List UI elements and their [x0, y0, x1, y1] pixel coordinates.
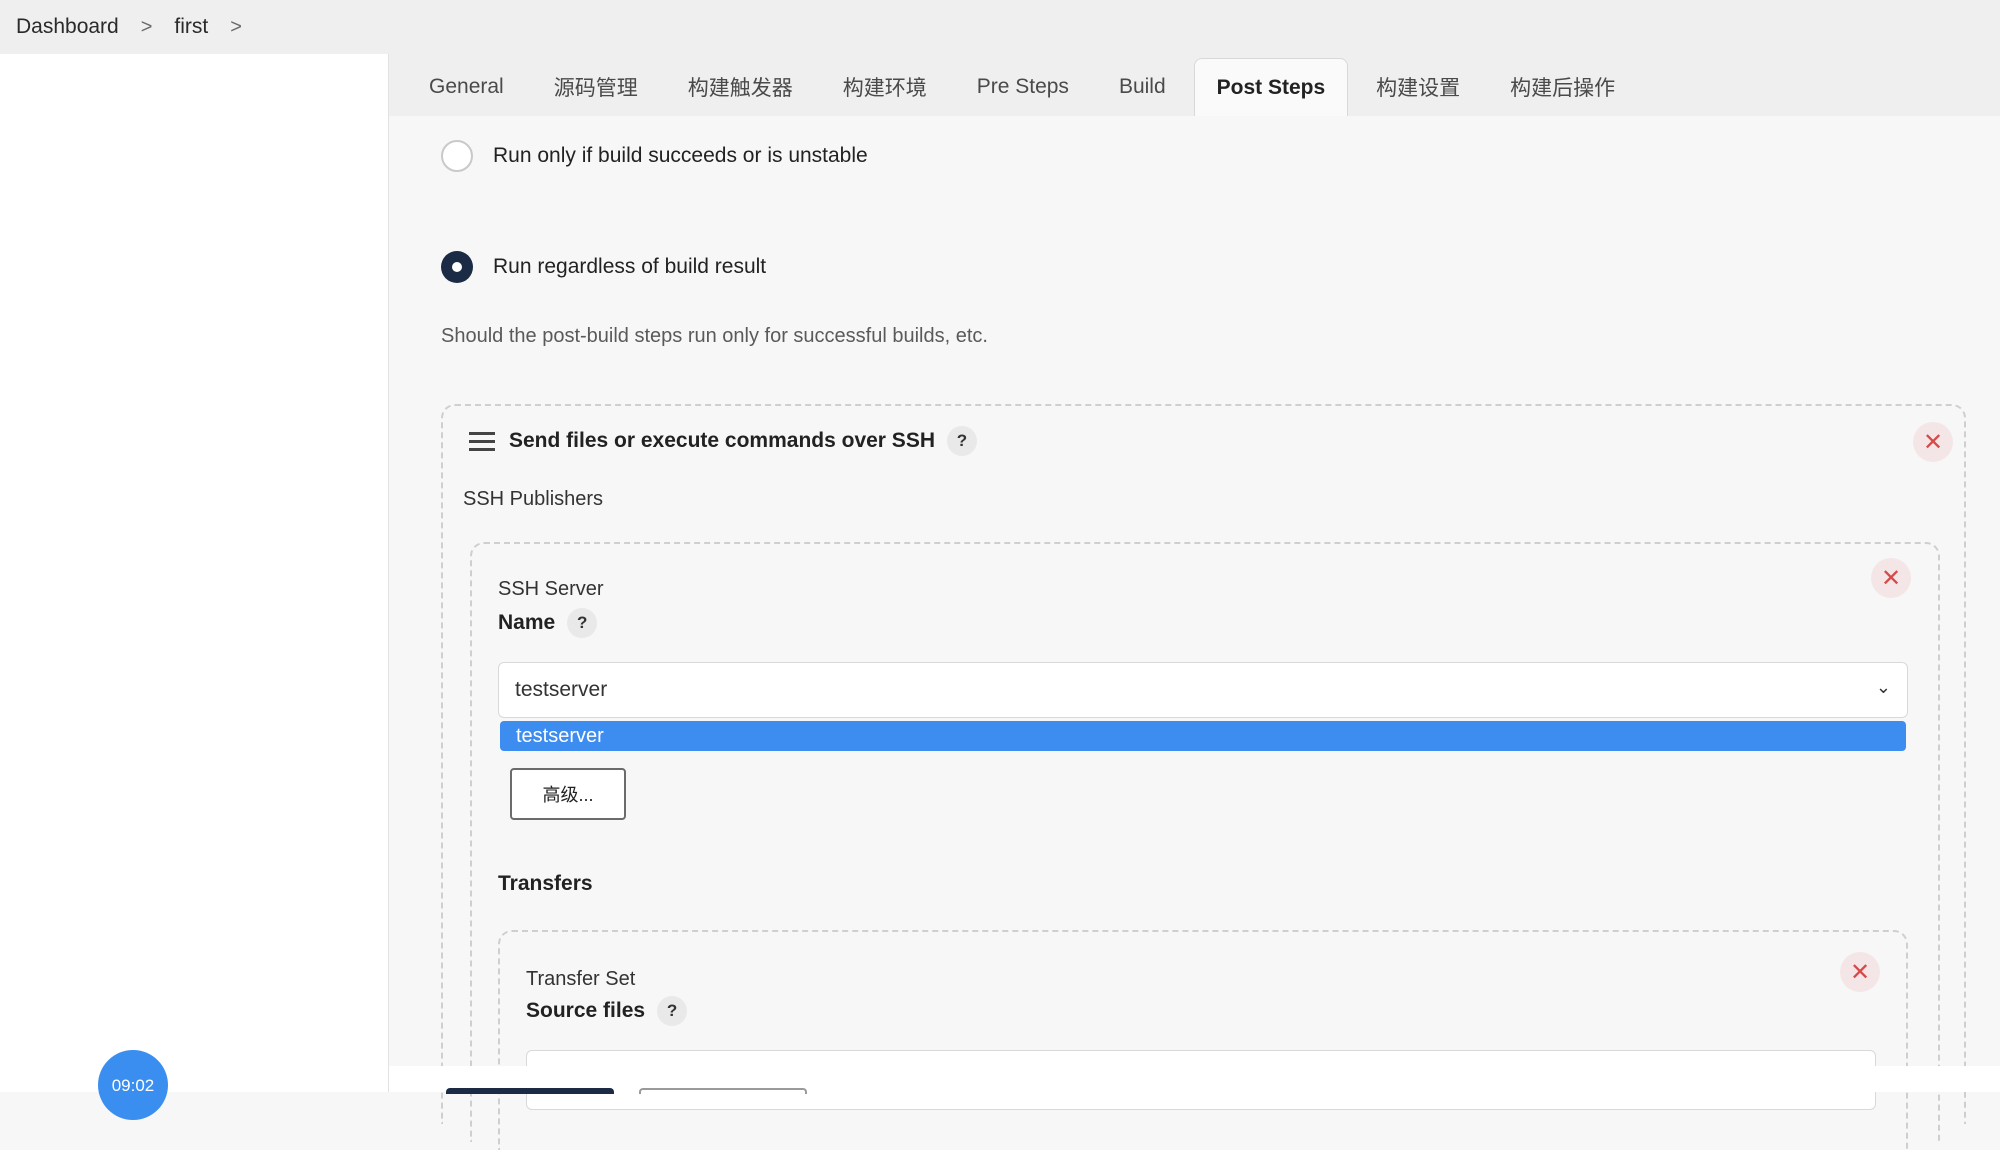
radio-label: Run only if build succeeds or is unstabl…: [493, 144, 868, 167]
bottom-action-bar: [389, 1066, 2000, 1094]
breadcrumb-dashboard[interactable]: Dashboard: [16, 15, 119, 39]
chevron-right-icon[interactable]: >: [230, 16, 242, 39]
ssh-publisher-box: ✕ SSH Server Name ? testserver ⌄ testser…: [470, 542, 1940, 1150]
save-button[interactable]: [446, 1088, 614, 1094]
close-icon[interactable]: ✕: [1840, 952, 1880, 992]
config-tabs: General 源码管理 构建触发器 构建环境 Pre Steps Build …: [389, 54, 2000, 116]
ssh-server-option[interactable]: testserver: [500, 721, 1906, 751]
transfer-set-label: Transfer Set: [526, 968, 636, 990]
name-label: Name: [498, 611, 556, 634]
breadcrumb-first[interactable]: first: [174, 15, 208, 39]
apply-button[interactable]: [639, 1088, 807, 1094]
tab-build[interactable]: Build: [1097, 58, 1188, 116]
tab-build-triggers[interactable]: 构建触发器: [666, 58, 815, 116]
help-icon[interactable]: ?: [947, 426, 977, 456]
ssh-server-selected-value: testserver: [515, 678, 608, 701]
radio-option-success-only[interactable]: Run only if build succeeds or is unstabl…: [441, 140, 868, 172]
clock-time: 09:02: [111, 1076, 155, 1095]
tab-build-settings[interactable]: 构建设置: [1354, 58, 1482, 116]
chevron-down-icon[interactable]: ⌄: [1876, 677, 1891, 698]
radio-button-checked[interactable]: [441, 251, 473, 283]
close-icon[interactable]: ✕: [1871, 558, 1911, 598]
chevron-right-icon: >: [140, 15, 153, 38]
ssh-server-label: SSH Server: [498, 578, 604, 600]
transfers-label: Transfers: [498, 872, 593, 895]
clock-widget: 09:02: [98, 1050, 168, 1120]
tab-build-environment[interactable]: 构建环境: [821, 58, 949, 116]
tab-post-steps[interactable]: Post Steps: [1193, 58, 1349, 116]
advanced-button[interactable]: 高级...: [510, 768, 626, 820]
close-icon[interactable]: ✕: [1913, 422, 1953, 462]
ssh-publishers-label: SSH Publishers: [463, 488, 604, 510]
ssh-step-title: Send files or execute commands over SSH: [509, 429, 935, 452]
post-steps-hint: Should the post-build steps run only for…: [441, 325, 988, 347]
help-icon[interactable]: ?: [567, 608, 598, 638]
help-icon[interactable]: ?: [657, 996, 688, 1026]
transfer-set-box: ✕ Transfer Set Source files ?: [498, 930, 1908, 1150]
radio-button[interactable]: [441, 140, 473, 172]
radio-option-regardless[interactable]: Run regardless of build result: [441, 251, 766, 283]
ssh-server-select[interactable]: testserver ⌄: [498, 662, 1908, 718]
tab-source-code-management[interactable]: 源码管理: [532, 58, 660, 116]
tab-pre-steps[interactable]: Pre Steps: [955, 58, 1091, 116]
sidebar: [0, 54, 389, 1092]
source-files-label: Source files: [526, 999, 646, 1022]
main-content: General 源码管理 构建触发器 构建环境 Pre Steps Build …: [389, 54, 2000, 1150]
breadcrumb: Dashboard > first >: [0, 0, 2000, 54]
tab-post-build-actions[interactable]: 构建后操作: [1488, 58, 1637, 116]
tab-general[interactable]: General: [407, 58, 526, 116]
hamburger-icon[interactable]: [469, 432, 495, 452]
ssh-step-panel: Send files or execute commands over SSH …: [441, 404, 1966, 1150]
radio-label: Run regardless of build result: [493, 255, 767, 278]
